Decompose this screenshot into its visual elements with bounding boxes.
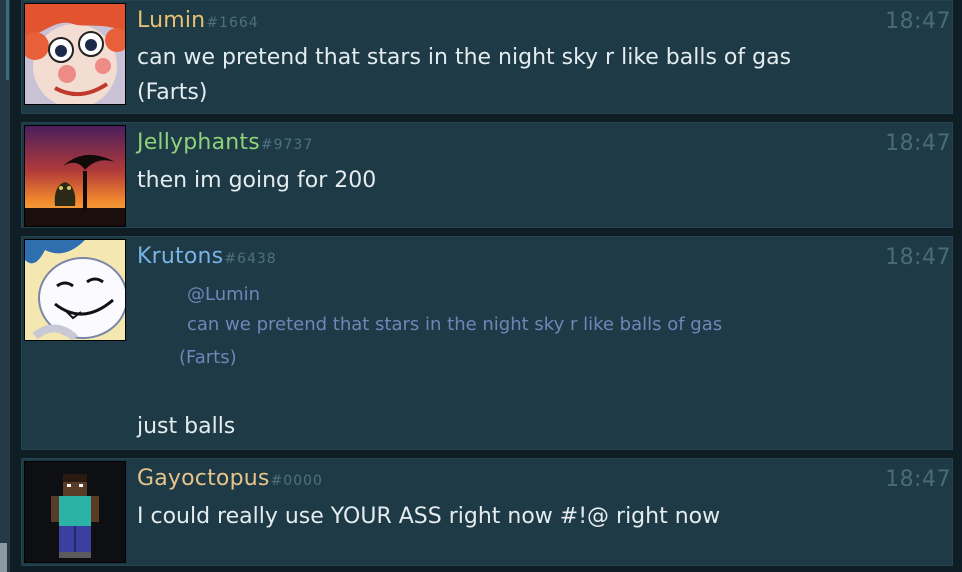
username[interactable]: Jellyphants [137,130,260,155]
chat-message: Lumin#1664 18:47 can we pretend that sta… [21,0,953,114]
username[interactable]: Krutons [137,244,223,269]
timestamp: 18:47 [885,245,951,270]
message-text: I could really use YOUR ASS right now #!… [137,504,721,529]
message-header: Gayoctopus#0000 [137,466,323,491]
sunset-silhouette-avatar[interactable] [24,125,126,227]
chat-message: Krutons#6438 18:47 @Lumin can we pretend… [21,236,953,450]
timestamp: 18:47 [885,467,951,492]
message-header: Lumin#1664 [137,8,259,33]
chat-log: Lumin#1664 18:47 can we pretend that sta… [0,0,962,572]
quote-mention[interactable]: @Lumin [187,284,260,305]
pixel-character-avatar[interactable] [24,461,126,563]
message-text: can we pretend that stars in the night s… [137,45,792,70]
user-discriminator: #1664 [206,15,259,31]
message-text: just balls [137,414,236,439]
username[interactable]: Gayoctopus [137,466,270,491]
scrollbar-thumb[interactable] [6,0,9,80]
chat-message: Jellyphants#9737 18:47 then im going for… [21,122,953,228]
message-text: (Farts) [137,80,208,105]
chat-message: Gayoctopus#0000 18:47 I could really use… [21,458,953,566]
user-discriminator: #9737 [260,137,314,153]
quoted-text: (Farts) [179,347,237,368]
message-header: Jellyphants#9737 [137,130,313,155]
user-discriminator: #0000 [270,473,323,489]
message-header: Krutons#6438 [137,244,277,269]
username[interactable]: Lumin [137,8,205,33]
quoted-text: can we pretend that stars in the night s… [187,314,723,335]
timestamp: 18:47 [885,9,951,34]
cartoon-face-avatar[interactable] [24,239,126,341]
timestamp: 18:47 [885,131,951,156]
raggedy-ann-avatar[interactable] [24,3,126,105]
scrollbar[interactable] [0,0,10,572]
message-text: then im going for 200 [137,168,377,193]
user-discriminator: #6438 [224,251,277,267]
scrollbar-end [0,543,7,572]
